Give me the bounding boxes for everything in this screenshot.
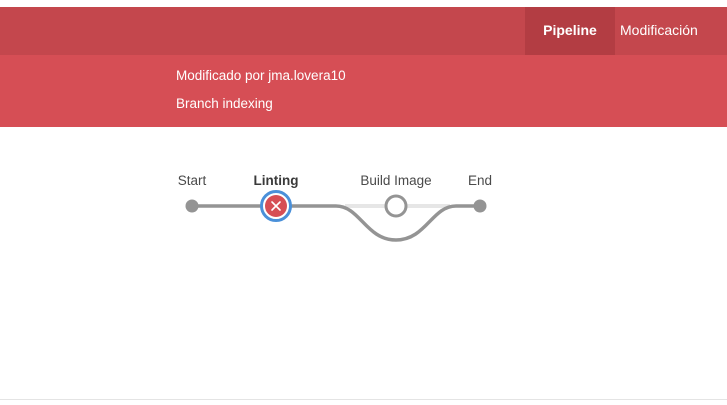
tab-pipeline[interactable]: Pipeline (525, 7, 615, 55)
pipeline-run-page: Pipeline Modificación Modificado por jma… (0, 0, 727, 405)
tab-changes[interactable]: Modificación (615, 7, 727, 55)
end-node (473, 199, 487, 213)
linting-node[interactable] (260, 190, 292, 222)
pipeline-graph-svg (185, 190, 487, 242)
top-strip (0, 0, 727, 7)
pipeline-track (192, 204, 480, 242)
start-node (185, 199, 199, 213)
bottom-divider (0, 399, 727, 400)
run-info-band: Modificado por jma.lovera10 Branch index… (0, 55, 727, 127)
pipeline-graph: Start Linting Build Image End (0, 127, 727, 277)
modified-by-text: Modificado por jma.lovera10 (176, 68, 346, 83)
run-nav-bar: Pipeline Modificación (0, 7, 727, 55)
cause-text: Branch indexing (176, 96, 273, 111)
build-image-node[interactable] (384, 194, 408, 218)
